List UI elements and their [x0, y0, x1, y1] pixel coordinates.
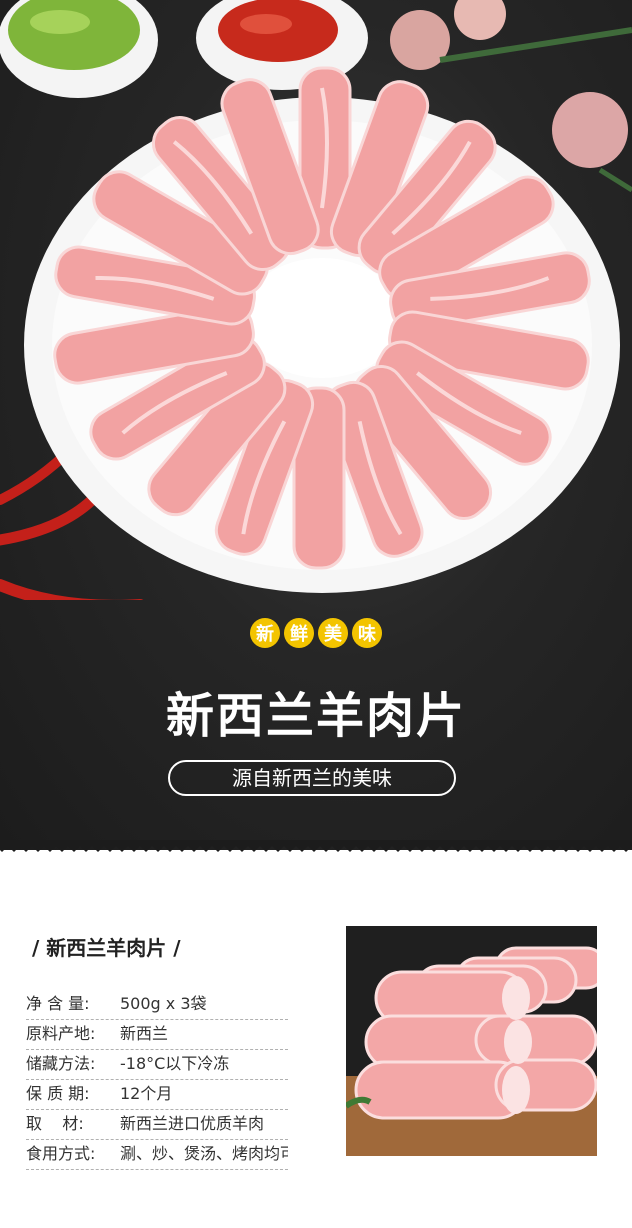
spec-row-storage: 储藏方法: -18°C以下冷冻 — [26, 1050, 288, 1080]
spec-value: 新西兰进口优质羊肉 — [120, 1114, 265, 1133]
badge-char: 美 — [318, 618, 348, 648]
spec-key: 储藏方法: — [26, 1054, 96, 1073]
badge-char: 鲜 — [284, 618, 314, 648]
product-photo — [346, 926, 597, 1156]
spec-title: / 新西兰羊肉片 / — [32, 936, 181, 960]
spec-key: 食用方式: — [26, 1144, 96, 1163]
spec-value: 500g x 3袋 — [120, 994, 207, 1013]
spec-table: 净 含 量: 500g x 3袋 原料产地: 新西兰 储藏方法: -18°C以下冷冻 … — [26, 990, 288, 1170]
hero-title: 新西兰羊肉片 — [165, 688, 466, 744]
fresh-taste-badge: 新 鲜 美 味 — [0, 618, 632, 648]
zigzag-divider — [0, 840, 632, 852]
hero-food-photo — [0, 0, 632, 600]
badge-char: 新 — [250, 618, 280, 648]
hero-subtitle: 源自新西兰的美味 — [168, 760, 456, 796]
spec-key: 净 含 量: — [26, 994, 90, 1013]
spec-key: 取 材: — [26, 1114, 84, 1133]
spec-row-material: 取 材: 新西兰进口优质羊肉 — [26, 1110, 288, 1140]
spec-value: 涮、炒、煲汤、烤肉均可 — [120, 1144, 288, 1163]
hero-banner: 新 鲜 美 味 新西兰羊肉片 源自新西兰的美味 — [0, 0, 632, 850]
spec-key: 原料产地: — [26, 1024, 96, 1043]
spec-row-shelf-life: 保 质 期: 12个月 — [26, 1080, 288, 1110]
badge-char: 味 — [352, 618, 382, 648]
spec-value: 12个月 — [120, 1084, 173, 1103]
spec-key: 保 质 期: — [26, 1084, 90, 1103]
spec-value: 新西兰 — [120, 1024, 169, 1043]
scallion-bowl — [0, 0, 158, 98]
spec-row-origin: 原料产地: 新西兰 — [26, 1020, 288, 1050]
spec-value: -18°C以下冷冻 — [120, 1054, 230, 1073]
spec-row-usage: 食用方式: 涮、炒、煲汤、烤肉均可 — [26, 1140, 288, 1170]
lamb-rolls-photo — [346, 926, 597, 1156]
spec-row-net-weight: 净 含 量: 500g x 3袋 — [26, 990, 288, 1020]
